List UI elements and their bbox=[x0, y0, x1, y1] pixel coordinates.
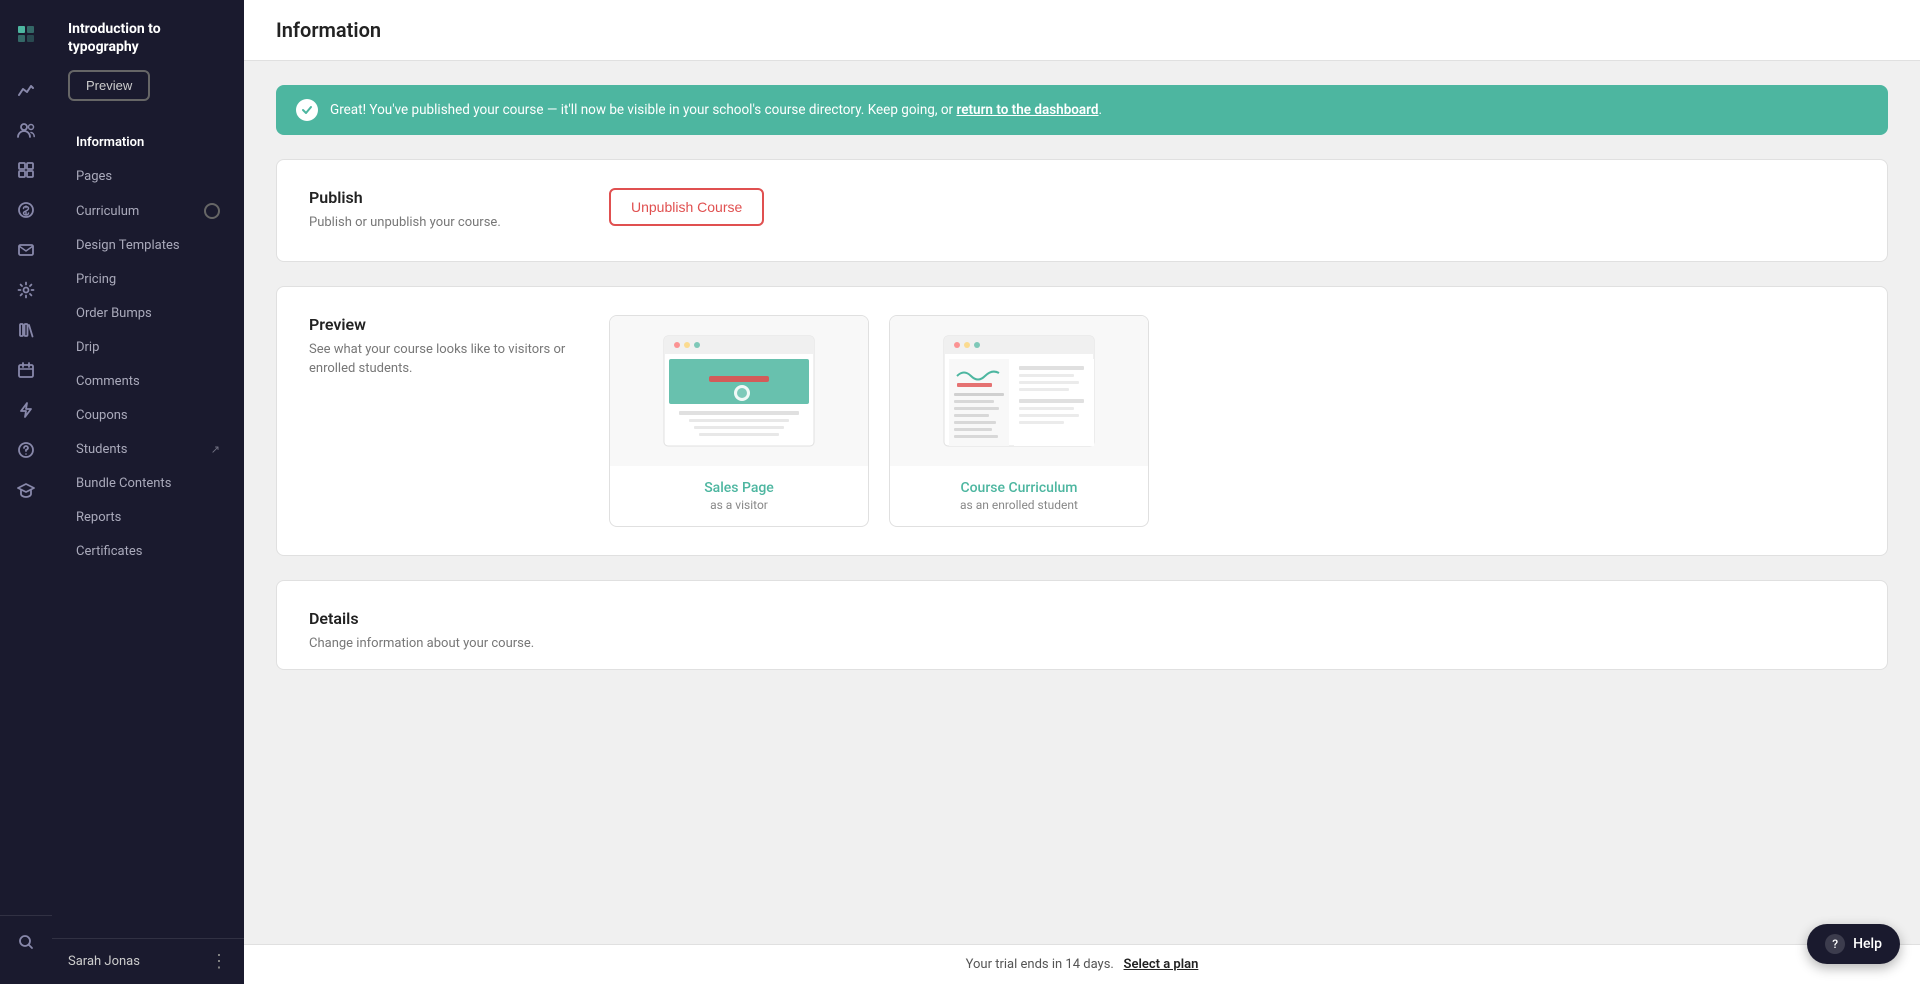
icon-bar bbox=[0, 0, 52, 984]
app-logo-icon[interactable] bbox=[8, 16, 44, 52]
help-label: Help bbox=[1853, 936, 1882, 952]
sidebar-item-design-templates[interactable]: Design Templates bbox=[60, 229, 236, 262]
preview-description: See what your course looks like to visit… bbox=[309, 340, 609, 379]
publish-title: Publish bbox=[309, 188, 609, 207]
course-curriculum-thumbnail bbox=[890, 316, 1148, 466]
sales-page-subtitle: as a visitor bbox=[626, 498, 852, 512]
details-description: Change information about your course. bbox=[309, 634, 609, 654]
course-curriculum-card[interactable]: Course Curriculum as an enrolled student bbox=[889, 315, 1149, 527]
page-header: Information bbox=[244, 0, 1920, 61]
details-label: Details Change information about your co… bbox=[309, 609, 609, 654]
sales-page-label: Sales Page as a visitor bbox=[610, 466, 868, 526]
unpublish-button[interactable]: Unpublish Course bbox=[609, 188, 764, 226]
trial-bar: Your trial ends in 14 days. Select a pla… bbox=[244, 944, 1920, 984]
graduation-icon[interactable] bbox=[8, 472, 44, 508]
preview-content: Sales Page as a visitor bbox=[609, 315, 1855, 527]
lightning-icon[interactable] bbox=[8, 392, 44, 428]
details-section: Details Change information about your co… bbox=[276, 580, 1888, 671]
curriculum-card-title: Course Curriculum bbox=[906, 480, 1132, 496]
preview-section: Preview See what your course looks like … bbox=[276, 286, 1888, 556]
details-content bbox=[609, 609, 1855, 654]
more-options-icon[interactable]: ⋮ bbox=[210, 951, 228, 972]
dashboard-link[interactable]: return to the dashboard bbox=[957, 102, 1099, 118]
curriculum-card-label: Course Curriculum as an enrolled student bbox=[890, 466, 1148, 526]
trial-text: Your trial ends in 14 days. bbox=[966, 957, 1114, 972]
publish-description: Publish or unpublish your course. bbox=[309, 213, 609, 233]
sidebar-item-reports[interactable]: Reports bbox=[60, 501, 236, 534]
curriculum-card-subtitle: as an enrolled student bbox=[906, 498, 1132, 512]
main-scroll-area: Great! You've published your course — it… bbox=[244, 61, 1920, 944]
sidebar-item-information[interactable]: Information bbox=[60, 126, 236, 159]
sidebar-item-bundle-contents[interactable]: Bundle Contents bbox=[60, 467, 236, 500]
help-icon: ? bbox=[1825, 934, 1845, 954]
publish-content: Unpublish Course bbox=[609, 188, 1855, 233]
sidebar-item-coupons[interactable]: Coupons bbox=[60, 399, 236, 432]
library-icon[interactable] bbox=[8, 312, 44, 348]
mail-icon[interactable] bbox=[8, 232, 44, 268]
help-circle-icon[interactable] bbox=[8, 432, 44, 468]
calendar-icon[interactable] bbox=[8, 352, 44, 388]
publish-section: Publish Publish or unpublish your course… bbox=[276, 159, 1888, 262]
revenue-icon[interactable] bbox=[8, 192, 44, 228]
external-link-icon: ↗ bbox=[211, 443, 220, 456]
main-content-area: Information Great! You've published your… bbox=[244, 0, 1920, 984]
search-icon[interactable] bbox=[8, 924, 44, 960]
details-title: Details bbox=[309, 609, 609, 628]
analytics-icon[interactable] bbox=[8, 72, 44, 108]
preview-button[interactable]: Preview bbox=[68, 70, 150, 101]
publish-label: Publish Publish or unpublish your course… bbox=[309, 188, 609, 233]
sidebar-item-students[interactable]: Students ↗ bbox=[60, 433, 236, 466]
sidebar: Introduction to typography Preview Infor… bbox=[52, 0, 244, 984]
alert-text: Great! You've published your course — it… bbox=[330, 102, 1102, 118]
sidebar-item-pricing[interactable]: Pricing bbox=[60, 263, 236, 296]
user-name: Sarah Jonas bbox=[68, 954, 140, 969]
sidebar-item-order-bumps[interactable]: Order Bumps bbox=[60, 297, 236, 330]
sales-page-thumbnail bbox=[610, 316, 868, 466]
sidebar-nav: Information Pages Curriculum Design Temp… bbox=[52, 117, 244, 938]
publish-alert-banner: Great! You've published your course — it… bbox=[276, 85, 1888, 135]
course-title: Introduction to typography bbox=[68, 20, 228, 56]
sidebar-item-pages[interactable]: Pages bbox=[60, 160, 236, 193]
sales-page-title: Sales Page bbox=[626, 480, 852, 496]
preview-title: Preview bbox=[309, 315, 609, 334]
sidebar-item-drip[interactable]: Drip bbox=[60, 331, 236, 364]
preview-label: Preview See what your course looks like … bbox=[309, 315, 609, 527]
select-plan-link[interactable]: Select a plan bbox=[1124, 957, 1199, 972]
preview-cards-container: Sales Page as a visitor bbox=[609, 315, 1823, 527]
sidebar-item-certificates[interactable]: Certificates bbox=[60, 535, 236, 568]
help-button[interactable]: ? Help bbox=[1807, 924, 1900, 964]
sidebar-item-curriculum[interactable]: Curriculum bbox=[60, 194, 236, 228]
dashboard-icon[interactable] bbox=[8, 152, 44, 188]
check-icon bbox=[296, 99, 318, 121]
settings-icon[interactable] bbox=[8, 272, 44, 308]
curriculum-badge bbox=[204, 203, 220, 219]
sidebar-footer: Sarah Jonas ⋮ bbox=[52, 938, 244, 984]
sidebar-item-comments[interactable]: Comments bbox=[60, 365, 236, 398]
sales-page-card[interactable]: Sales Page as a visitor bbox=[609, 315, 869, 527]
page-title: Information bbox=[276, 18, 1888, 42]
users-icon[interactable] bbox=[8, 112, 44, 148]
